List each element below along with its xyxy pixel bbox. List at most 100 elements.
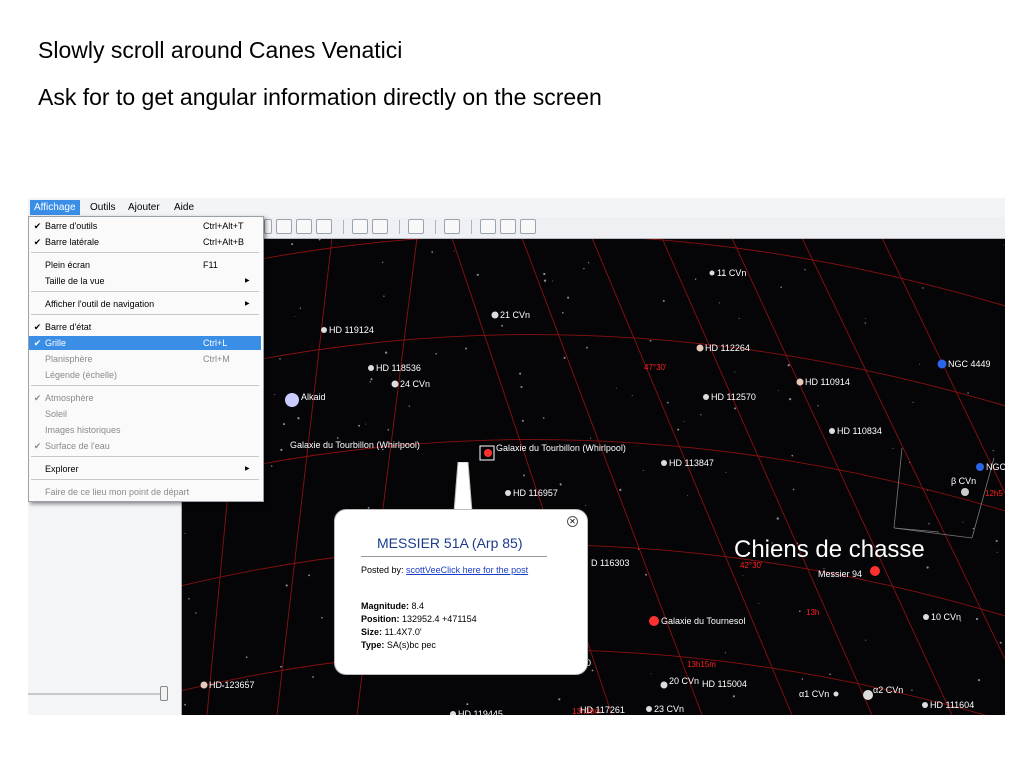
menu-ajouter[interactable]: Ajouter xyxy=(124,200,164,215)
star-marker[interactable]: HD 117261 xyxy=(580,705,625,715)
star-marker[interactable]: NGC xyxy=(976,462,1005,472)
sun-icon[interactable] xyxy=(372,219,388,234)
star-dot[interactable] xyxy=(321,327,327,333)
star-marker[interactable]: D 116303 xyxy=(591,558,629,568)
menu-item[interactable]: Soleil xyxy=(29,407,261,421)
star-dot[interactable] xyxy=(649,616,659,626)
star-dot[interactable] xyxy=(368,365,374,371)
menu-item[interactable]: ✔ Atmosphère xyxy=(29,391,261,405)
star-marker[interactable]: HD 115004 xyxy=(702,679,747,689)
menu-item[interactable]: ✔ Barre latérale Ctrl+Alt+B xyxy=(29,235,261,249)
star-label: HD 118536 xyxy=(376,363,421,373)
menu-item[interactable]: Faire de ce lieu mon point de départ xyxy=(29,485,261,499)
menu-outils[interactable]: Outils xyxy=(86,200,120,215)
star-dot[interactable] xyxy=(829,428,835,434)
star-marker[interactable]: HD 110834 xyxy=(829,426,882,436)
menu-item-label: Surface de l'eau xyxy=(45,441,110,451)
type-value: SA(s)bc pec xyxy=(386,640,436,650)
posted-by-link[interactable]: scottVeeClick here for the post xyxy=(406,565,528,575)
add-polygon-icon[interactable] xyxy=(276,219,292,234)
background-star xyxy=(336,437,339,439)
menu-item[interactable]: ✔ Barre d'état xyxy=(29,320,261,334)
star-dot[interactable] xyxy=(391,380,399,388)
star-dot[interactable] xyxy=(703,394,709,400)
star-marker[interactable]: HD 110914 xyxy=(796,377,850,387)
background-star xyxy=(758,602,760,604)
background-star xyxy=(995,539,998,543)
background-star xyxy=(734,407,736,410)
star-dot[interactable] xyxy=(833,691,839,697)
menu-item-label: Atmosphère xyxy=(45,393,94,403)
background-star xyxy=(542,417,545,419)
star-marker[interactable]: HD 119124 xyxy=(321,325,374,335)
background-star xyxy=(787,364,790,367)
star-marker[interactable]: HD 113847 xyxy=(661,458,714,468)
star-dot[interactable] xyxy=(660,681,668,689)
star-dot[interactable] xyxy=(491,311,499,319)
sky-view[interactable]: 47°30' 42°30' 13h 13h15m 13h30m 12h5 11 … xyxy=(182,238,1005,715)
menu-aide[interactable]: Aide xyxy=(170,200,198,215)
star-marker[interactable]: HD 123657 xyxy=(200,680,255,690)
star-marker[interactable]: HD 112264 xyxy=(696,343,750,353)
star-marker[interactable]: HD 119445 xyxy=(450,709,503,715)
zoom-slider-thumb[interactable] xyxy=(160,686,168,701)
zoom-slider-track[interactable] xyxy=(28,693,168,695)
star-marker[interactable]: Galaxie du Tournesol xyxy=(649,616,745,626)
star-dot[interactable] xyxy=(285,393,299,407)
menu-item[interactable]: ✔ Grille Ctrl+L xyxy=(29,336,261,350)
menu-item[interactable]: Images historiques xyxy=(29,423,261,437)
close-icon[interactable]: ✕ xyxy=(567,516,578,527)
menu-item[interactable]: Explorer ▶ xyxy=(29,462,261,476)
menu-item[interactable]: Planisphère Ctrl+M xyxy=(29,352,261,366)
planet-icon[interactable] xyxy=(408,219,424,234)
menu-item[interactable]: ✔ Surface de l'eau xyxy=(29,439,261,453)
object-info-popup: ✕ MESSIER 51A (Arp 85) Posted by: scottV… xyxy=(334,509,588,675)
email-icon[interactable] xyxy=(480,219,496,234)
star-dot[interactable] xyxy=(696,344,704,352)
star-marker[interactable]: HD 118536 xyxy=(368,363,421,373)
add-placemark-icon[interactable] xyxy=(264,219,272,234)
magnitude-value: 8.4 xyxy=(411,601,425,611)
ruler-icon[interactable] xyxy=(444,219,460,234)
star-dot[interactable] xyxy=(961,488,969,496)
star-marker[interactable]: HD 116957 xyxy=(505,488,558,498)
background-star xyxy=(520,385,523,389)
menu-item[interactable]: Légende (échelle) xyxy=(29,368,261,382)
star-dot[interactable] xyxy=(870,566,880,576)
star-marker[interactable]: HD 112570 xyxy=(703,392,756,402)
star-dot[interactable] xyxy=(922,702,928,708)
star-marker[interactable]: HD 111604 xyxy=(922,700,974,710)
menu-item-label: Faire de ce lieu mon point de départ xyxy=(45,487,190,497)
star-dot[interactable] xyxy=(923,614,929,620)
star-dot[interactable] xyxy=(646,706,652,712)
background-star xyxy=(590,437,592,439)
menu-separator xyxy=(31,479,259,480)
clock-icon[interactable] xyxy=(352,219,368,234)
background-star xyxy=(694,278,697,280)
menu-item[interactable]: Taille de la vue ▶ xyxy=(29,274,261,288)
star-dot[interactable] xyxy=(863,690,873,700)
star-label: α1 CVn xyxy=(799,689,829,699)
star-dot[interactable] xyxy=(709,270,715,276)
star-dot[interactable] xyxy=(937,359,947,369)
star-dot[interactable] xyxy=(976,463,984,471)
checkmark-icon: ✔ xyxy=(33,338,42,348)
menu-item[interactable]: Plein écran F11 xyxy=(29,258,261,272)
star-marker[interactable]: Galaxie du Tourbillon (Whirlpool) xyxy=(290,440,420,450)
menu-affichage[interactable]: Affichage xyxy=(30,200,80,215)
star-dot[interactable] xyxy=(484,449,492,457)
background-star xyxy=(184,533,186,534)
star-dot[interactable] xyxy=(200,681,208,689)
star-dot[interactable] xyxy=(661,460,667,466)
menu-item[interactable]: Afficher l'outil de navigation ▶ xyxy=(29,297,261,311)
menu-item[interactable]: ✔ Barre d'outils Ctrl+Alt+T xyxy=(29,219,261,233)
star-dot[interactable] xyxy=(796,378,804,386)
star-label: HD 110834 xyxy=(837,426,882,436)
print-icon[interactable] xyxy=(500,219,516,234)
add-overlay-icon[interactable] xyxy=(316,219,332,234)
save-image-icon[interactable] xyxy=(520,219,536,234)
star-dot[interactable] xyxy=(505,490,511,496)
add-path-icon[interactable] xyxy=(296,219,312,234)
menu-item-label: Grille xyxy=(45,338,67,348)
background-star xyxy=(967,392,969,394)
